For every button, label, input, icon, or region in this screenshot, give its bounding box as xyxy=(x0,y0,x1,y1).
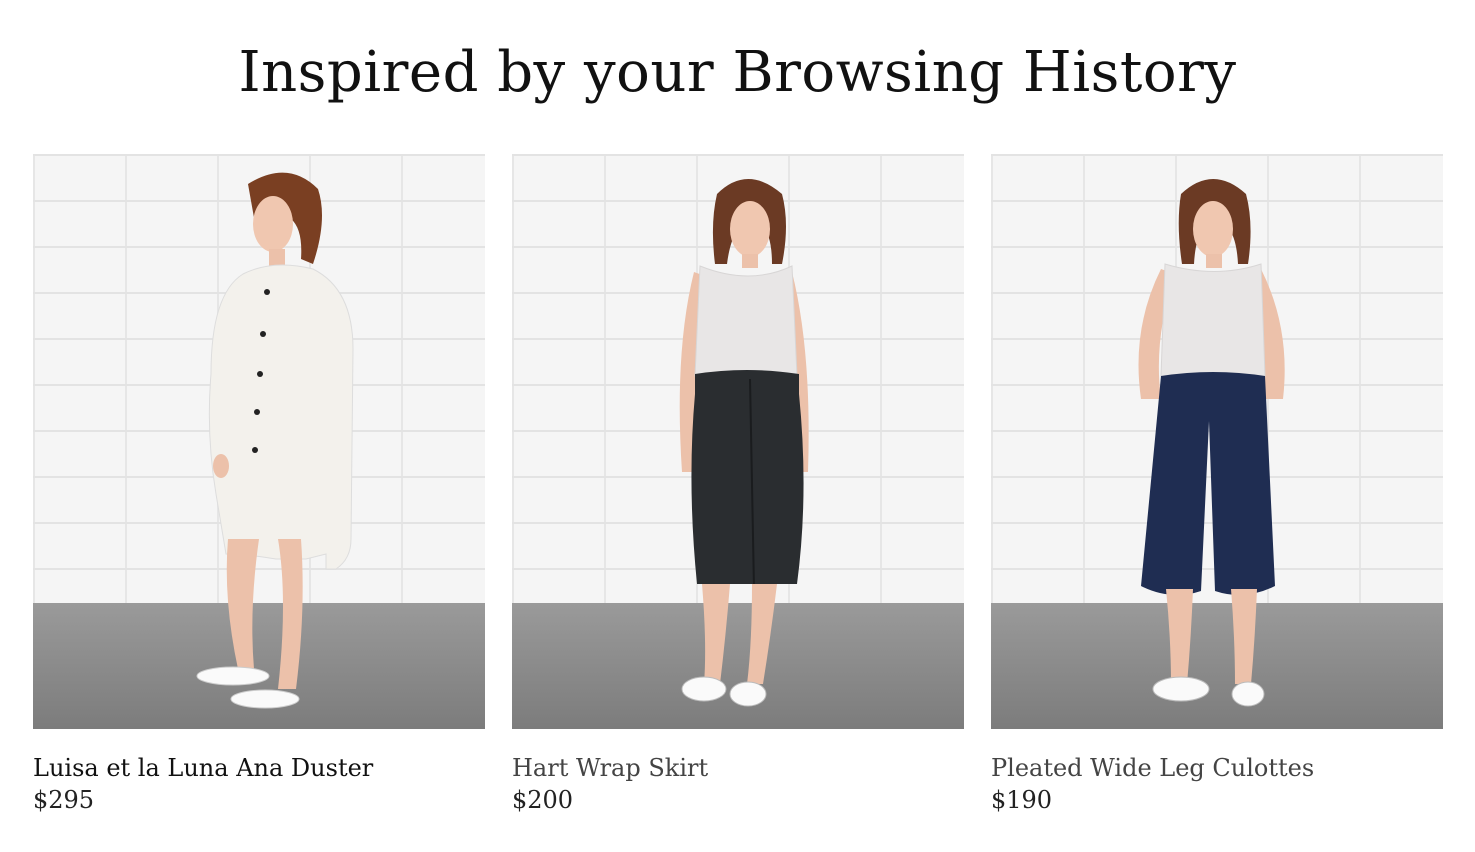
model-figure-duster xyxy=(196,172,354,709)
product-card-wrap-skirt[interactable]: Hart Wrap Skirt $200 xyxy=(512,154,964,815)
model-figure-culottes xyxy=(1138,179,1285,707)
product-grid: Luisa et la Luna Ana Duster $295 Hart Wr… xyxy=(33,154,1443,815)
product-name[interactable]: Pleated Wide Leg Culottes xyxy=(991,753,1443,783)
product-name[interactable]: Hart Wrap Skirt xyxy=(512,753,964,783)
product-price: $200 xyxy=(512,786,574,814)
product-image-culottes[interactable] xyxy=(991,154,1443,729)
model-figure-wrap-skirt xyxy=(679,179,809,707)
product-price: $190 xyxy=(991,786,1053,814)
product-name[interactable]: Luisa et la Luna Ana Duster xyxy=(33,753,485,783)
product-card-culottes[interactable]: Pleated Wide Leg Culottes $190 xyxy=(991,154,1443,815)
product-card-duster[interactable]: Luisa et la Luna Ana Duster $295 xyxy=(33,154,485,815)
product-price: $295 xyxy=(33,786,95,814)
product-image-duster[interactable] xyxy=(33,154,485,729)
section-title: Inspired by your Browsing History xyxy=(238,40,1237,105)
product-image-wrap-skirt[interactable] xyxy=(512,154,964,729)
